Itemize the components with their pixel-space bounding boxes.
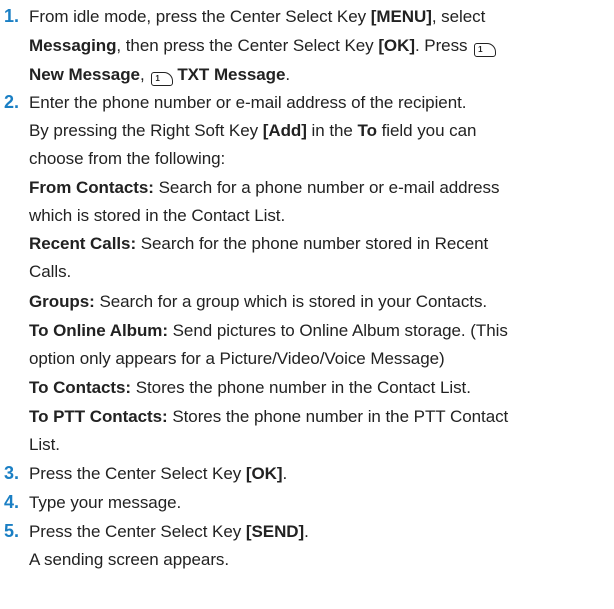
step-2-line-3: choose from the following:	[29, 149, 226, 168]
option-to-ptt-contacts: To PTT Contacts: Stores the phone number…	[29, 407, 509, 426]
step-1-line-1: From idle mode, press the Center Select …	[29, 7, 486, 26]
option-to-online-album: To Online Album: Send pictures to Online…	[29, 321, 508, 340]
option-from-contacts-cont: which is stored in the Contact List.	[29, 206, 286, 225]
step-5-line-1: Press the Center Select Key [SEND].	[29, 522, 309, 541]
new-message-label: New Message	[29, 65, 140, 84]
step-1-line-3: New Message, 1 TXT Message.	[29, 65, 291, 86]
step-number: 4.	[4, 492, 20, 512]
instructions-page: 1. From idle mode, press the Center Sele…	[0, 0, 614, 609]
step-number: 2.	[4, 92, 20, 112]
key-1-icon: 1	[151, 72, 174, 86]
send-key-label: [SEND]	[245, 522, 305, 541]
step-5-line-2: A sending screen appears.	[29, 550, 230, 569]
option-recent-calls: Recent Calls: Search for the phone numbe…	[29, 234, 489, 253]
option-recent-calls-cont: Calls.	[29, 262, 72, 281]
step-2-line-1: Enter the phone number or e-mail address…	[29, 93, 467, 112]
messaging-label: Messaging	[29, 36, 117, 55]
key-1-icon: 1	[474, 43, 497, 57]
option-from-contacts: From Contacts: Search for a phone number…	[29, 178, 500, 197]
txt-message-label: TXT Message	[177, 65, 286, 84]
option-groups: Groups: Search for a group which is stor…	[29, 292, 488, 311]
ok-key-label: [OK]	[245, 464, 283, 483]
menu-key-label: [MENU]	[370, 7, 432, 26]
option-to-contacts: To Contacts: Stores the phone number in …	[29, 378, 471, 397]
option-to-online-album-cont: option only appears for a Picture/Video/…	[29, 349, 445, 368]
option-to-ptt-contacts-cont: List.	[29, 435, 60, 454]
step-4-line-1: Type your message.	[29, 493, 182, 512]
step-1-line-2: Messaging, then press the Center Select …	[29, 32, 500, 59]
ok-key-label: [OK]	[378, 36, 415, 55]
add-key-label: [Add]	[262, 121, 307, 140]
to-field-label: To	[357, 121, 377, 140]
step-2-line-2: By pressing the Right Soft Key [Add] in …	[29, 121, 477, 140]
step-number: 5.	[4, 521, 20, 541]
step-number: 3.	[4, 463, 20, 483]
step-number: 1.	[4, 6, 20, 26]
step-3-line-1: Press the Center Select Key [OK].	[29, 464, 288, 483]
